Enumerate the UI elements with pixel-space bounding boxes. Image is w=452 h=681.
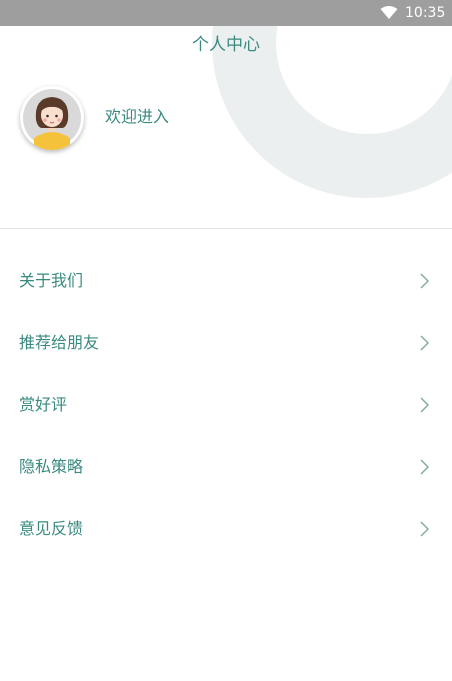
profile-header: 个人中心 欢迎进入 — [0, 26, 452, 228]
wifi-icon — [380, 6, 398, 19]
menu-item-label: 赏好评 — [19, 395, 68, 414]
menu-item-label: 意见反馈 — [19, 519, 84, 538]
avatar[interactable] — [20, 86, 84, 150]
chevron-right-icon — [420, 273, 429, 289]
menu-item-label: 隐私策略 — [19, 457, 84, 476]
page-title: 个人中心 — [192, 35, 260, 55]
status-bar: 10:35 — [0, 0, 452, 26]
cartoon-girl-avatar-icon — [23, 89, 81, 150]
menu-item-feedback[interactable]: 意见反馈 — [0, 498, 452, 560]
chevron-right-icon — [420, 397, 429, 413]
chevron-right-icon — [420, 459, 429, 475]
menu-item-recommend[interactable]: 推荐给朋友 — [0, 312, 452, 374]
chevron-right-icon — [420, 521, 429, 537]
welcome-text: 欢迎进入 — [105, 107, 170, 126]
header-divider — [0, 228, 452, 229]
menu-item-label: 推荐给朋友 — [19, 333, 100, 352]
settings-menu: 关于我们 推荐给朋友 赏好评 隐私策略 意见反馈 — [0, 250, 452, 560]
status-time: 10:35 — [405, 5, 446, 21]
menu-item-rate[interactable]: 赏好评 — [0, 374, 452, 436]
menu-item-about-us[interactable]: 关于我们 — [0, 250, 452, 312]
menu-item-label: 关于我们 — [19, 271, 84, 290]
menu-item-privacy[interactable]: 隐私策略 — [0, 436, 452, 498]
chevron-right-icon — [420, 335, 429, 351]
screen: 10:35 个人中心 欢迎进入 关于我们 推荐给朋友 赏好评 隐私策略 意见反馈 — [0, 0, 452, 681]
